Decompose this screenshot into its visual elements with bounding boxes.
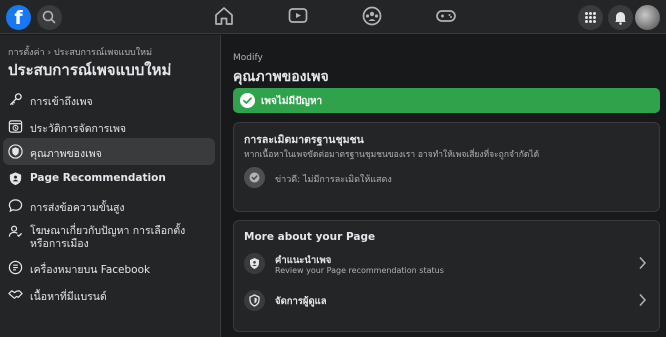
shield-check-icon <box>244 252 265 274</box>
facebook-logo[interactable]: f <box>6 5 31 30</box>
status-banner: เพจไม่มีปัญหา <box>233 88 660 113</box>
section-label: Modify <box>233 53 263 63</box>
menu-grid-icon <box>585 12 596 23</box>
sidebar-item-label: Page Recommendation <box>30 172 166 184</box>
no-violations-text: ข่าวดี: ไม่มีการละเมิดให้แสดง <box>275 175 392 185</box>
sidebar-title: ประสบการณ์เพจแบบใหม่ <box>8 61 172 79</box>
gaming-icon[interactable] <box>434 5 458 27</box>
top-navigation-bar: f <box>0 0 666 34</box>
history-icon <box>8 120 23 133</box>
page-title: คุณภาพของเพจ <box>233 69 329 85</box>
avatar[interactable] <box>633 3 662 32</box>
search-icon <box>42 10 56 24</box>
shield-icon <box>8 144 23 159</box>
key-icon <box>9 93 22 106</box>
row-title: จัดการผู้ดูแล <box>275 296 327 307</box>
card-description: หากเนื้อหาในเพจขัดต่อมาตรฐานชุมชนของเรา … <box>244 150 540 160</box>
sidebar-item-facebook-marks[interactable]: เครื่องหมายบน Facebook <box>3 255 215 280</box>
shield-icon <box>244 289 265 311</box>
sidebar-item-label: คุณภาพของเพจ <box>30 148 102 160</box>
settings-sidebar: การตั้งค่า › ประสบการณ์เพจแบบใหม่ ประสบก… <box>0 35 221 337</box>
row-subtitle: Review your Page recommendation status <box>275 266 444 275</box>
sidebar-item-label-line2: หรือการเมือง <box>30 238 89 250</box>
more-about-page-card: More about your Page คำแนะนำเพจ Review y… <box>233 220 660 332</box>
sidebar-item-political-ads[interactable]: โฆษณาเกี่ยวกับปัญหา การเลือกตั้ง หรือการ… <box>3 220 215 252</box>
status-text: เพจไม่มีปัญหา <box>261 96 323 107</box>
breadcrumb[interactable]: การตั้งค่า › ประสบการณ์เพจแบบใหม่ <box>8 45 152 59</box>
handshake-icon <box>8 290 23 299</box>
chevron-right-icon <box>639 293 647 307</box>
check-circle-icon <box>244 167 265 188</box>
notifications-button[interactable] <box>608 5 633 30</box>
notifications-icon <box>615 12 626 25</box>
chevron-right-icon <box>639 256 647 270</box>
sidebar-item-branded-content[interactable]: เนื้อหาที่มีแบรนด์ <box>3 282 215 307</box>
community-standards-card: การละเมิดมาตรฐานชุมชน หากเนื้อหาในเพจขัด… <box>233 122 660 212</box>
sidebar-item-label: เนื้อหาที่มีแบรนด์ <box>30 291 107 303</box>
sidebar-item-label: ประวัติการจัดการเพจ <box>30 123 127 135</box>
sidebar-item-management-history[interactable]: ประวัติการจัดการเพจ <box>3 114 215 139</box>
sidebar-item-page-recommendation[interactable]: Page Recommendation <box>3 166 215 191</box>
check-icon <box>240 93 255 108</box>
menu-button[interactable] <box>578 5 603 30</box>
sidebar-item-label: เครื่องหมายบน Facebook <box>30 264 151 276</box>
sidebar-item-label: การส่งข้อความขั้นสูง <box>30 202 125 214</box>
search-button[interactable] <box>37 5 62 30</box>
sidebar-item-advanced-messaging[interactable]: การส่งข้อความขั้นสูง <box>3 193 215 218</box>
home-icon[interactable] <box>212 5 236 27</box>
election-icon <box>8 225 23 238</box>
shield-check-icon <box>9 172 22 186</box>
chat-icon <box>8 199 23 213</box>
tag-icon <box>8 260 23 275</box>
sidebar-item-label: การเข้าถึงเพจ <box>30 96 93 108</box>
groups-icon[interactable] <box>360 5 384 27</box>
manage-admins-row[interactable]: จัดการผู้ดูแล <box>234 283 659 317</box>
watch-icon[interactable] <box>286 5 310 27</box>
sidebar-item-page-quality[interactable]: คุณภาพของเพจ <box>3 138 215 165</box>
card-title: More about your Page <box>244 231 376 243</box>
card-title: การละเมิดมาตรฐานชุมชน <box>244 134 364 146</box>
page-recommendation-row[interactable]: คำแนะนำเพจ Review your Page recommendati… <box>234 246 659 280</box>
sidebar-item-page-access[interactable]: การเข้าถึงเพจ <box>3 87 215 112</box>
